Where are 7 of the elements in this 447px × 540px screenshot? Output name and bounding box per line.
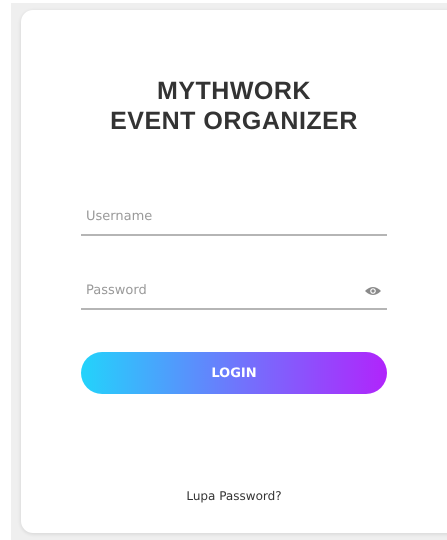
forgot-password-link[interactable]: Lupa Password?: [186, 489, 282, 503]
app-title: MYTHWORK: [157, 76, 311, 106]
username-field[interactable]: Username: [81, 202, 387, 236]
login-button[interactable]: LOGIN: [81, 352, 387, 394]
password-field[interactable]: Password: [81, 276, 387, 310]
app-title: EVENT ORGANIZER: [110, 106, 358, 136]
eye-icon[interactable]: [365, 286, 381, 296]
